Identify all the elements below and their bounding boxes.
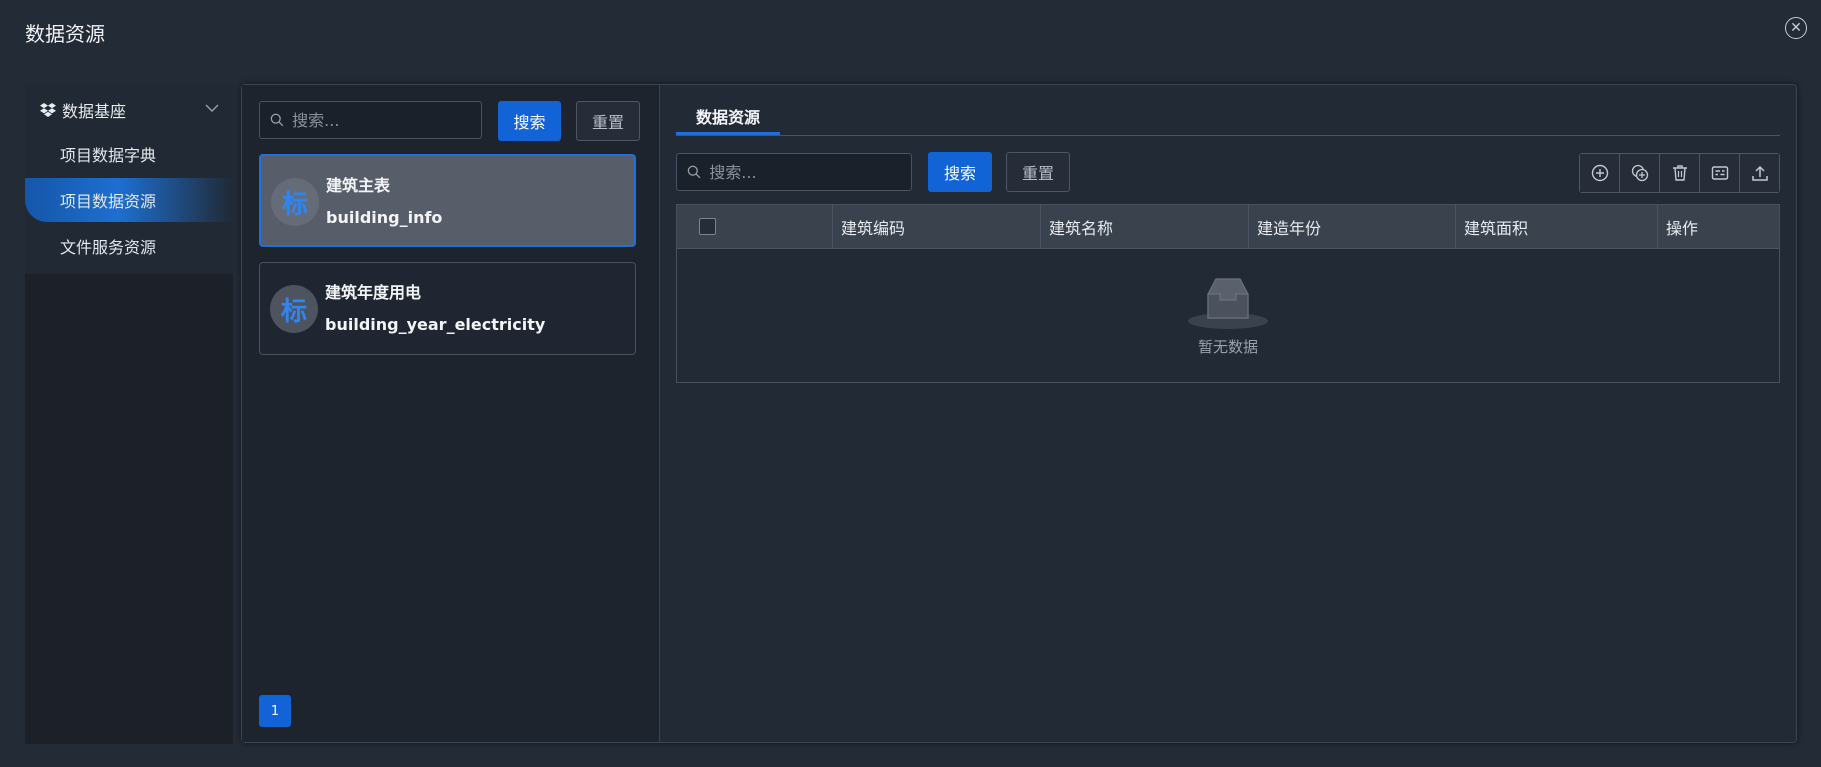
upload-icon bbox=[1751, 165, 1768, 181]
column-header[interactable]: 建筑面积 bbox=[1456, 205, 1658, 248]
column-header[interactable]: 建造年份 bbox=[1249, 205, 1456, 248]
close-button[interactable]: ✕ bbox=[1785, 17, 1807, 39]
empty-text: 暂无数据 bbox=[1197, 338, 1258, 356]
data-resource-dialog: 数据资源 ✕ 数据基座 项目数据字典 项目数据资源 文件服务资源 搜索... 搜… bbox=[0, 0, 1821, 767]
column-header[interactable]: 建筑编码 bbox=[833, 205, 1041, 248]
select-all-checkbox[interactable] bbox=[699, 218, 716, 235]
detail-pane: 数据资源 搜索 重置 bbox=[660, 85, 1796, 742]
list-search-field[interactable] bbox=[259, 101, 482, 139]
dropbox-icon bbox=[40, 103, 56, 117]
list-search-button[interactable]: 搜索 bbox=[498, 101, 561, 141]
list-search-input[interactable] bbox=[290, 109, 481, 131]
trash-icon bbox=[1672, 165, 1687, 181]
nav-group-label: 数据基座 bbox=[62, 102, 127, 121]
side-nav: 数据基座 项目数据字典 项目数据资源 文件服务资源 bbox=[25, 84, 233, 744]
card-subtitle: building_info bbox=[326, 208, 443, 227]
list-reset-button[interactable]: 重置 bbox=[576, 101, 640, 141]
nav-item-label: 文件服务资源 bbox=[60, 238, 157, 257]
batch-add-button[interactable] bbox=[1620, 154, 1660, 192]
action-toolbar bbox=[1579, 153, 1780, 193]
nav-item-label: 项目数据资源 bbox=[60, 192, 157, 211]
upload-button[interactable] bbox=[1740, 154, 1779, 192]
detail-reset-button[interactable]: 重置 bbox=[1006, 152, 1070, 192]
nav-item-label: 项目数据字典 bbox=[60, 146, 157, 165]
tab-bar: 数据资源 bbox=[676, 99, 1780, 136]
search-icon bbox=[270, 113, 284, 127]
dialog-title: 数据资源 bbox=[25, 22, 105, 46]
main-panel: 搜索 重置 标 建筑主表 building_info 标 建筑年度用电 buil… bbox=[241, 84, 1797, 743]
column-header: 操作 bbox=[1666, 218, 1699, 238]
detail-search-field[interactable] bbox=[676, 153, 912, 191]
empty-inbox-icon bbox=[1188, 278, 1268, 329]
batch-add-icon bbox=[1631, 164, 1648, 182]
chevron-down-icon bbox=[205, 104, 219, 112]
tab-data-resource[interactable]: 数据资源 bbox=[676, 99, 780, 135]
table-header: 建筑编码 建筑名称 建造年份 建筑面积 操作 bbox=[677, 205, 1779, 249]
nav-item-data-resource[interactable]: 项目数据资源 bbox=[25, 178, 233, 222]
search-icon bbox=[687, 165, 701, 179]
card-subtitle: building_year_electricity bbox=[325, 315, 546, 334]
card-avatar: 标 bbox=[271, 178, 319, 226]
empty-state: 暂无数据 bbox=[677, 249, 1779, 382]
detail-search-input[interactable] bbox=[707, 161, 911, 183]
close-icon: ✕ bbox=[1790, 20, 1802, 36]
form-icon bbox=[1711, 166, 1728, 180]
column-header[interactable]: 建筑名称 bbox=[1041, 205, 1249, 248]
table-list-pane: 搜索 重置 标 建筑主表 building_info 标 建筑年度用电 buil… bbox=[242, 85, 660, 742]
select-all-cell bbox=[677, 205, 833, 248]
pagination-page-1[interactable]: 1 bbox=[259, 695, 291, 727]
nav-group: 数据基座 项目数据字典 项目数据资源 文件服务资源 bbox=[25, 84, 233, 274]
add-circle-icon bbox=[1591, 164, 1608, 182]
card-title: 建筑主表 bbox=[326, 176, 391, 195]
nav-item-file-service[interactable]: 文件服务资源 bbox=[25, 224, 233, 268]
form-view-button[interactable] bbox=[1700, 154, 1740, 192]
card-avatar: 标 bbox=[270, 285, 318, 333]
table-card-building-info[interactable]: 标 建筑主表 building_info bbox=[259, 154, 636, 247]
data-table: 建筑编码 建筑名称 建造年份 建筑面积 操作 暂无数据 bbox=[676, 204, 1780, 383]
detail-search-button[interactable]: 搜索 bbox=[928, 152, 992, 192]
nav-group-header[interactable]: 数据基座 bbox=[40, 96, 230, 124]
table-card-building-year-electricity[interactable]: 标 建筑年度用电 building_year_electricity bbox=[259, 262, 636, 355]
delete-button[interactable] bbox=[1660, 154, 1700, 192]
add-button[interactable] bbox=[1580, 154, 1620, 192]
nav-item-dictionary[interactable]: 项目数据字典 bbox=[25, 132, 233, 176]
card-title: 建筑年度用电 bbox=[325, 283, 422, 302]
